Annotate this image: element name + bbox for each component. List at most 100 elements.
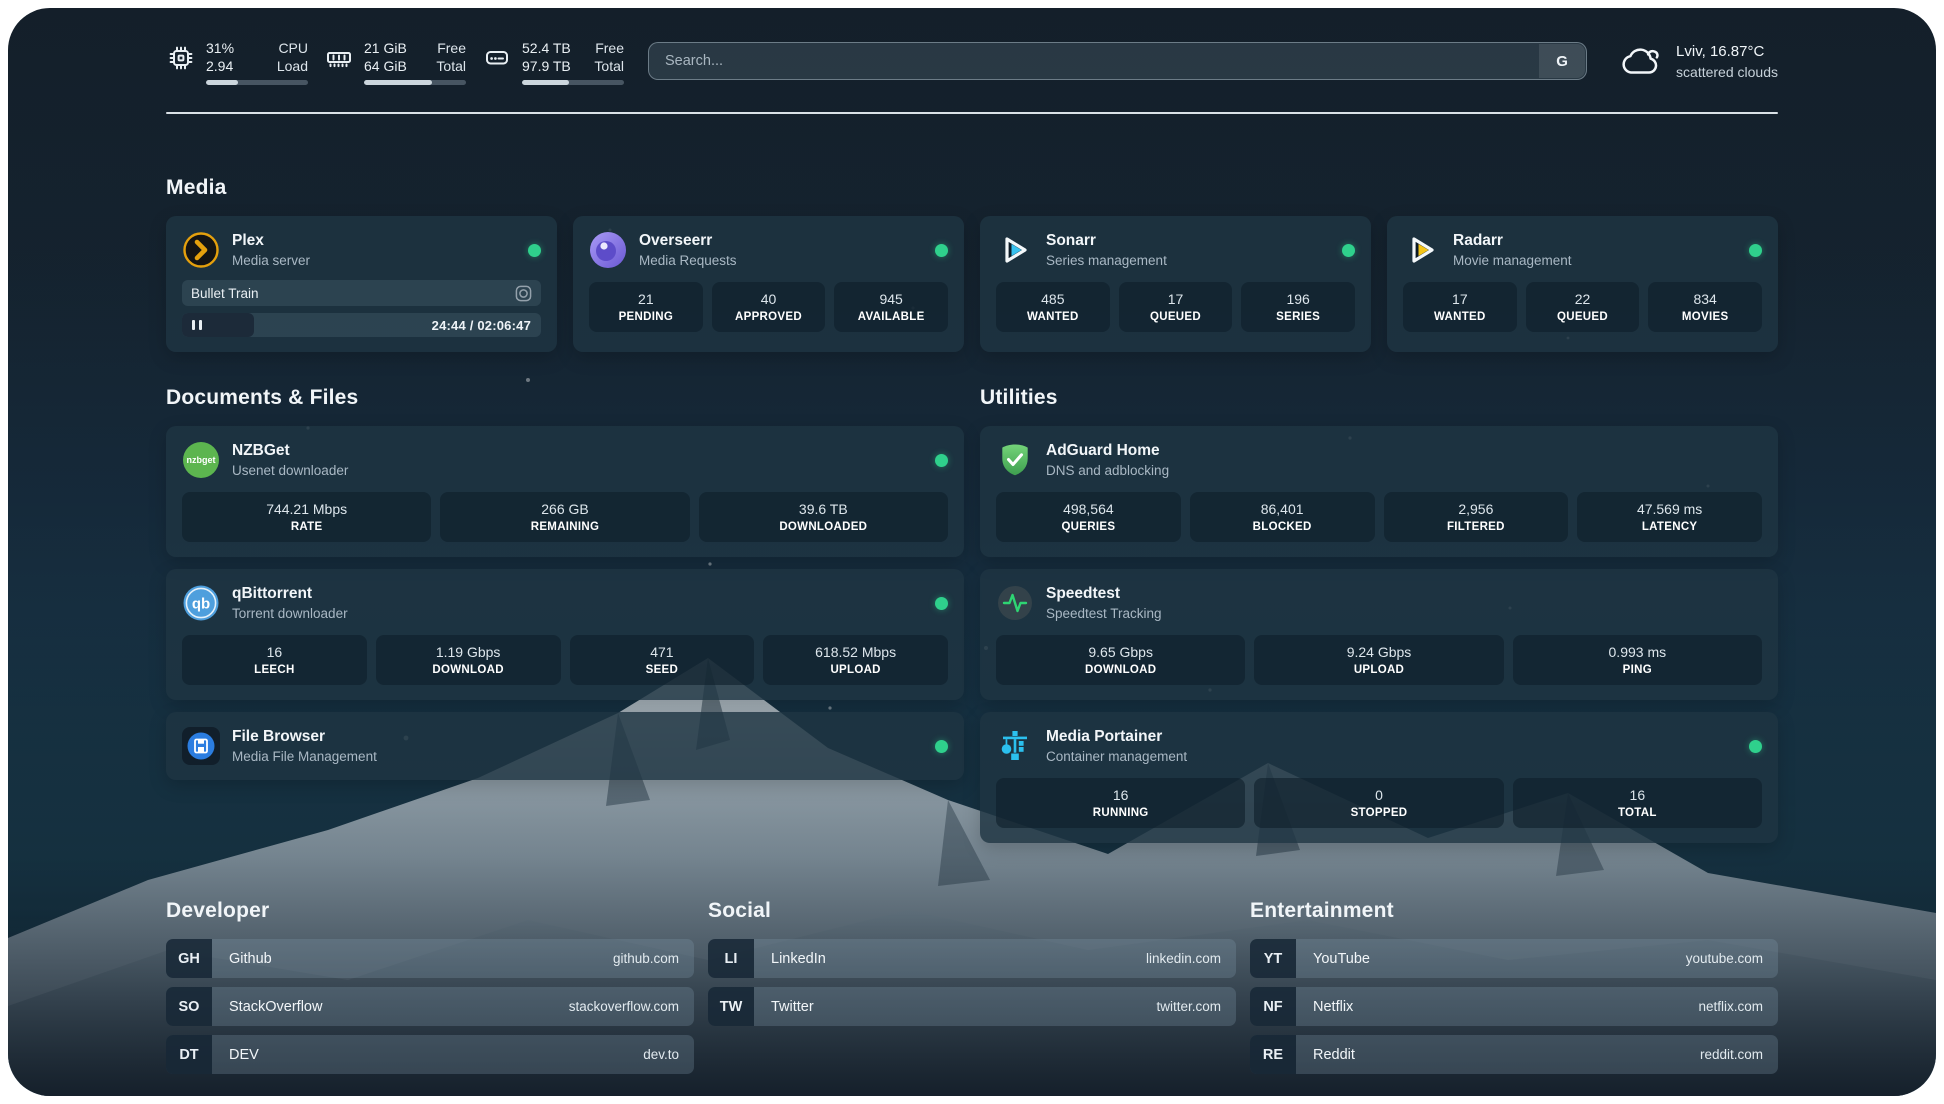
svg-text:qb: qb xyxy=(192,596,210,613)
app-card-speedtest[interactable]: Speedtest Speedtest Tracking 9.65 GbpsDO… xyxy=(980,569,1778,700)
main-content: Media Plex xyxy=(166,176,1778,1096)
stat-queued: 17QUEUED xyxy=(1119,282,1233,332)
memory-progress-bar xyxy=(364,80,466,85)
stat-remaining: 266 GBREMAINING xyxy=(440,492,689,542)
status-online-dot xyxy=(1749,244,1762,257)
stat-wanted: 17WANTED xyxy=(1403,282,1517,332)
bookmark-url: linkedin.com xyxy=(1146,939,1236,978)
section-media: Media Plex xyxy=(166,176,1778,352)
section-developer: Developer GH Github github.com SO StackO… xyxy=(166,899,694,1083)
stat-available: 945AVAILABLE xyxy=(834,282,948,332)
app-card-adguard[interactable]: AdGuard Home DNS and adblocking 498,564Q… xyxy=(980,426,1778,557)
app-card-portainer[interactable]: Media Portainer Container management 16R… xyxy=(980,712,1778,843)
bookmark-abbr: NF xyxy=(1250,987,1296,1026)
search-input[interactable] xyxy=(648,42,1587,80)
weather-location: Lviv, 16.87°C xyxy=(1676,42,1778,61)
bookmark-netflix[interactable]: NF Netflix netflix.com xyxy=(1250,987,1778,1026)
stat-filtered: 2,956FILTERED xyxy=(1384,492,1569,542)
disk-total-value: 97.9 TB xyxy=(522,57,571,75)
filebrowser-icon xyxy=(182,727,220,765)
app-name: NZBGet xyxy=(232,441,348,461)
app-card-sonarr[interactable]: Sonarr Series management 485WANTED 17QUE… xyxy=(980,216,1371,352)
bookmark-url: stackoverflow.com xyxy=(569,987,694,1026)
stat-movies: 834MOVIES xyxy=(1648,282,1762,332)
memory-total-value: 64 GiB xyxy=(364,57,407,75)
bookmark-abbr: DT xyxy=(166,1035,212,1074)
status-online-dot xyxy=(935,454,948,467)
app-card-plex[interactable]: Plex Media server Bullet Train xyxy=(166,216,557,352)
adguard-icon xyxy=(996,441,1034,479)
stat-total: 16TOTAL xyxy=(1513,778,1762,828)
search-provider-button[interactable]: G xyxy=(1539,44,1585,78)
app-description: Container management xyxy=(1046,748,1187,765)
app-card-overseerr[interactable]: Overseerr Media Requests 21PENDING 40APP… xyxy=(573,216,964,352)
disk-icon xyxy=(482,43,512,73)
cloud-icon xyxy=(1617,41,1663,81)
bookmark-github[interactable]: GH Github github.com xyxy=(166,939,694,978)
app-card-radarr[interactable]: Radarr Movie management 17WANTED 22QUEUE… xyxy=(1387,216,1778,352)
status-online-dot xyxy=(528,244,541,257)
nzbget-icon: nzbget xyxy=(182,441,220,479)
radarr-icon xyxy=(1403,231,1441,269)
bookmark-url: twitter.com xyxy=(1156,987,1236,1026)
stat-upload: 618.52 MbpsUPLOAD xyxy=(763,635,948,685)
section-title-social: Social xyxy=(708,899,1236,923)
bookmark-stackoverflow[interactable]: SO StackOverflow stackoverflow.com xyxy=(166,987,694,1026)
cpu-load-value: 2.94 xyxy=(206,57,233,75)
status-online-dot xyxy=(935,244,948,257)
pause-icon[interactable] xyxy=(192,320,202,330)
bookmark-abbr: TW xyxy=(708,987,754,1026)
overseerr-icon xyxy=(589,231,627,269)
bookmark-abbr: RE xyxy=(1250,1035,1296,1074)
stat-stopped: 0STOPPED xyxy=(1254,778,1503,828)
bookmark-name: LinkedIn xyxy=(754,939,826,978)
app-description: Media Requests xyxy=(639,252,737,269)
app-card-filebrowser[interactable]: File Browser Media File Management xyxy=(166,712,964,780)
bookmark-linkedin[interactable]: LI LinkedIn linkedin.com xyxy=(708,939,1236,978)
bookmark-twitter[interactable]: TW Twitter twitter.com xyxy=(708,987,1236,1026)
bookmark-name: DEV xyxy=(212,1035,259,1074)
section-social: Social LI LinkedIn linkedin.com TW Twitt… xyxy=(708,899,1236,1035)
weather-condition: scattered clouds xyxy=(1676,63,1778,81)
memory-total-label: Total xyxy=(436,57,466,75)
cpu-progress-bar xyxy=(206,80,308,85)
app-card-qbittorrent[interactable]: qb qBittorrent Torrent downloader xyxy=(166,569,964,700)
bookmark-youtube[interactable]: YT YouTube youtube.com xyxy=(1250,939,1778,978)
app-description: Movie management xyxy=(1453,252,1572,269)
cpu-icon xyxy=(166,43,196,73)
app-name: Plex xyxy=(232,231,310,251)
now-playing-type-icon xyxy=(515,285,532,302)
resource-widgets: 31%CPU 2.94Load 21 GiBFree xyxy=(166,39,624,85)
stat-leech: 16LEECH xyxy=(182,635,367,685)
sonarr-icon xyxy=(996,231,1034,269)
app-name: File Browser xyxy=(232,727,377,747)
portainer-icon xyxy=(996,727,1034,765)
memory-resource-widget: 21 GiBFree 64 GiBTotal xyxy=(324,39,466,85)
weather-widget: Lviv, 16.87°C scattered clouds xyxy=(1617,41,1778,81)
app-name: Speedtest xyxy=(1046,584,1162,604)
section-title-documents: Documents & Files xyxy=(166,386,964,410)
stat-ping: 0.993 msPING xyxy=(1513,635,1762,685)
stat-series: 196SERIES xyxy=(1241,282,1355,332)
app-card-nzbget[interactable]: nzbget NZBGet Usenet downloader xyxy=(166,426,964,557)
speedtest-icon xyxy=(996,584,1034,622)
bookmark-abbr: GH xyxy=(166,939,212,978)
bookmark-reddit[interactable]: RE Reddit reddit.com xyxy=(1250,1035,1778,1074)
bookmark-url: youtube.com xyxy=(1686,939,1778,978)
stat-queries: 498,564QUERIES xyxy=(996,492,1181,542)
bookmark-url: dev.to xyxy=(643,1035,694,1074)
app-name: Sonarr xyxy=(1046,231,1167,251)
stat-latency: 47.569 msLATENCY xyxy=(1577,492,1762,542)
bookmark-url: reddit.com xyxy=(1700,1035,1778,1074)
stat-upload: 9.24 GbpsUPLOAD xyxy=(1254,635,1503,685)
header: 31%CPU 2.94Load 21 GiBFree xyxy=(166,8,1778,85)
disk-resource-widget: 52.4 TBFree 97.9 TBTotal xyxy=(482,39,624,85)
stat-seed: 471SEED xyxy=(570,635,755,685)
disk-free-value: 52.4 TB xyxy=(522,39,571,57)
search-bar: G xyxy=(648,42,1587,80)
cpu-resource-widget: 31%CPU 2.94Load xyxy=(166,39,308,85)
bookmark-dev[interactable]: DT DEV dev.to xyxy=(166,1035,694,1074)
plex-icon xyxy=(182,231,220,269)
bookmark-name: StackOverflow xyxy=(212,987,322,1026)
stat-download: 1.19 GbpsDOWNLOAD xyxy=(376,635,561,685)
